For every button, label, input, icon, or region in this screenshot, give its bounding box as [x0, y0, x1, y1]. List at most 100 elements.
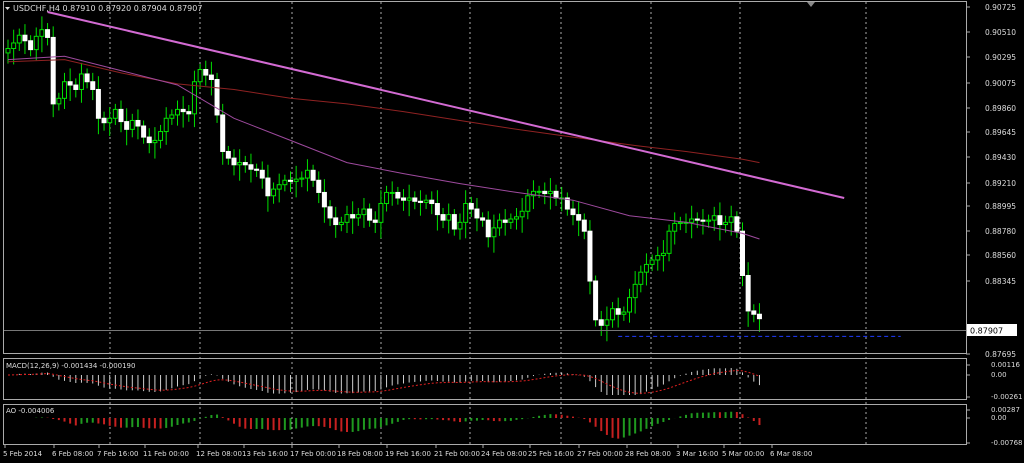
candle-body	[124, 121, 130, 130]
candle-body	[265, 177, 271, 197]
candle-body	[519, 210, 525, 218]
candle-body	[740, 230, 745, 276]
candle-body	[745, 274, 751, 312]
candle-body	[604, 319, 610, 326]
macd-tick-zero: 0.00	[991, 371, 1007, 379]
candle-body	[33, 35, 39, 51]
candle-body	[734, 216, 740, 232]
candle-body	[197, 69, 203, 83]
trading-chart: 0.90725 0.90510 0.90295 0.90075 0.89860 0.896…	[0, 0, 1024, 463]
candle-body	[203, 69, 209, 76]
candle-body	[22, 34, 28, 42]
candle-body	[56, 97, 62, 105]
candle-body	[146, 136, 152, 144]
candle-body	[706, 219, 712, 222]
candle-body	[242, 162, 248, 166]
time-tick-label: 27 Feb 00:00	[577, 450, 623, 458]
candle-body	[643, 263, 649, 273]
candle-body	[660, 252, 666, 257]
candle-body	[570, 208, 576, 216]
candle-body	[350, 214, 356, 219]
candle-body	[711, 215, 717, 221]
candle-body	[434, 203, 440, 216]
candle-body	[208, 74, 214, 81]
candle-body	[310, 169, 316, 181]
price-tick-label: 0.90075	[985, 79, 1016, 88]
candle-body	[723, 221, 729, 226]
candle-body	[638, 271, 644, 285]
candle-body	[576, 214, 582, 221]
time-tick-label: 18 Feb 08:00	[337, 450, 383, 458]
candle-body	[180, 108, 186, 113]
price-tick-label: 0.89210	[985, 179, 1016, 188]
candle-body	[338, 221, 344, 226]
macd-label: MACD(12,26,9) -0.001434 -0.000190	[6, 362, 135, 370]
ao-tick-bottom: -0.00768	[991, 439, 1022, 447]
candle-body	[508, 218, 514, 223]
candle-body	[598, 319, 604, 326]
candle-body	[417, 200, 423, 203]
candle-body	[751, 310, 757, 315]
candle-body	[191, 81, 197, 115]
candle-body	[649, 259, 655, 265]
price-tick-label: 0.88995	[985, 202, 1016, 211]
candle-body	[158, 131, 164, 141]
time-tick-label: 25 Feb 16:00	[528, 450, 574, 458]
candle-body	[440, 214, 446, 221]
candle-body	[728, 216, 734, 223]
price-tick-label: 0.89860	[985, 104, 1016, 113]
candle-body	[129, 119, 135, 130]
candle-body	[112, 108, 118, 119]
candle-body	[525, 195, 531, 212]
candle-body	[689, 218, 695, 223]
time-tick-label: 3 Mar 16:00	[676, 450, 718, 458]
candle-body	[700, 219, 706, 222]
candle-body	[237, 162, 243, 166]
candle-body	[163, 117, 169, 133]
candle-body	[384, 191, 390, 205]
candle-body	[39, 29, 45, 37]
time-tick-label: 6 Mar 08:00	[770, 450, 812, 458]
candle-body	[78, 73, 84, 90]
candle-body	[412, 197, 418, 202]
price-tick-label: 0.90295	[985, 53, 1016, 62]
candle-body	[141, 125, 147, 138]
candle-body	[169, 114, 175, 119]
time-tick-label: 24 Feb 08:00	[481, 450, 527, 458]
candle-body	[756, 313, 762, 320]
chart-background	[0, 0, 1024, 463]
candle-body	[67, 81, 73, 86]
candle-body	[175, 108, 180, 116]
candle-body	[333, 217, 339, 226]
time-tick-label: 13 Feb 16:00	[242, 450, 288, 458]
candle-body	[327, 206, 333, 219]
candle-body	[152, 139, 158, 144]
candle-body	[28, 40, 34, 51]
candle-body	[84, 73, 90, 83]
candle-body	[288, 179, 293, 182]
candle-body	[135, 119, 141, 127]
candle-body	[717, 215, 723, 226]
candle-body	[5, 48, 11, 54]
candle-body	[446, 214, 452, 221]
candle-body	[254, 168, 260, 171]
macd-tick-bottom: -0.00261	[991, 393, 1022, 401]
candle-body	[16, 34, 22, 44]
candle-body	[101, 117, 107, 124]
candle-body	[45, 29, 51, 38]
candle-body	[463, 203, 469, 223]
ao-label: AO -0.004006	[6, 407, 55, 415]
candle-body	[73, 84, 79, 90]
candle-body	[401, 197, 406, 201]
candle-body	[655, 255, 661, 261]
candle-body	[627, 297, 632, 313]
candle-body	[593, 280, 599, 321]
candle-body	[457, 221, 463, 230]
candle-body	[107, 117, 113, 124]
candle-body	[491, 227, 497, 238]
macd-tick-top: 0.00116	[991, 361, 1020, 369]
candle-body	[225, 150, 231, 159]
price-tick-label: 0.90725	[985, 3, 1016, 12]
candle-body	[677, 221, 683, 224]
time-tick-label: 17 Feb 00:00	[290, 450, 336, 458]
